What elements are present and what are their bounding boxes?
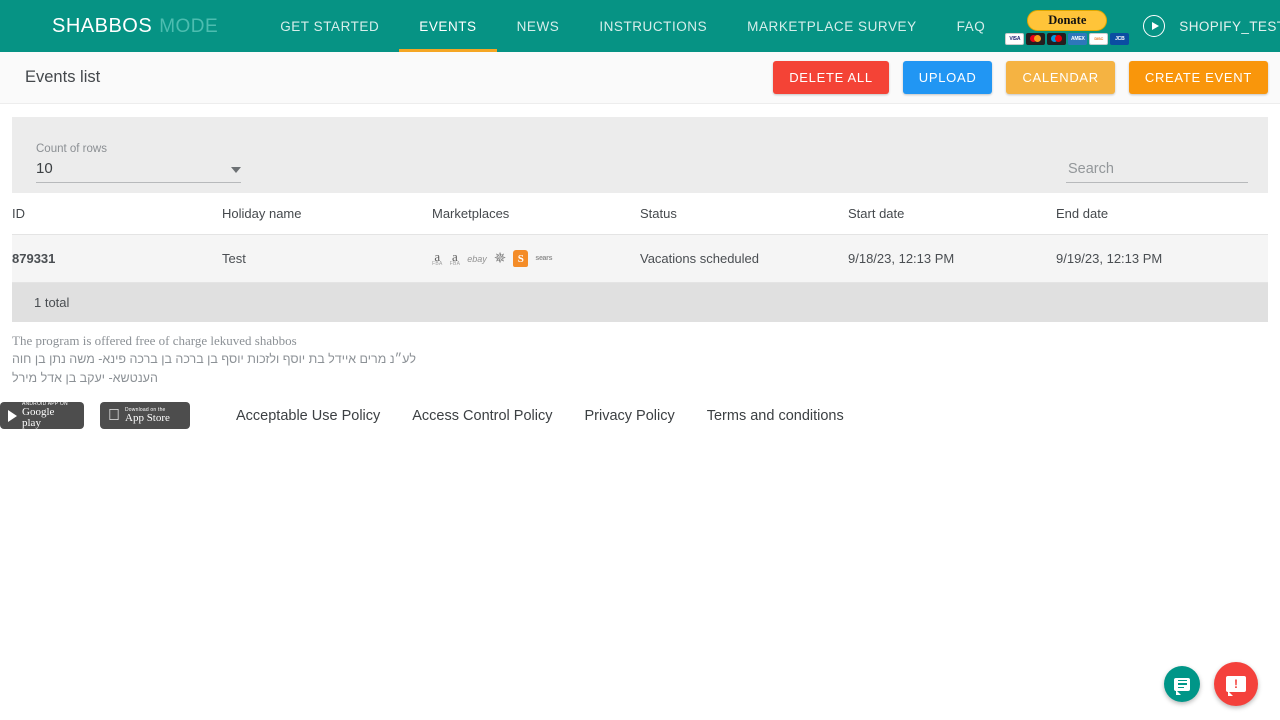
events-card: Count of rows 10 ID Holiday name Marketp…: [0, 104, 1280, 322]
nav-item-events[interactable]: EVENTS: [399, 0, 496, 52]
table-row[interactable]: 879331 Test aFBA aFBA ebay ✵ S: [12, 235, 1268, 283]
ebay-icon: ebay: [467, 254, 487, 264]
navbar-right-group: Donate VISA AMEX DISC JCB SHOPIFY_TEST_U…: [1005, 8, 1280, 45]
amazon-fba-icon: aFBA: [450, 250, 461, 267]
nav-item-news[interactable]: NEWS: [497, 0, 580, 52]
upload-button[interactable]: UPLOAD: [903, 61, 993, 94]
jcb-icon: JCB: [1110, 33, 1129, 45]
cell-status: Vacations scheduled: [640, 235, 848, 283]
user-menu[interactable]: SHOPIFY_TEST_USER: [1179, 19, 1280, 34]
walmart-icon: ✵: [494, 251, 507, 266]
calendar-button[interactable]: CALENDAR: [1006, 61, 1114, 94]
chat-bubble-icon: [1174, 678, 1190, 691]
footer-link-terms-and-conditions[interactable]: Terms and conditions: [707, 408, 844, 424]
cell-id: 879331: [12, 235, 222, 283]
cell-holiday-name: Test: [222, 235, 432, 283]
count-of-rows-label: Count of rows: [36, 143, 241, 155]
google-play-icon: [8, 410, 17, 422]
notice-line-english: The program is offered free of charge le…: [12, 332, 1268, 350]
column-header-end-date[interactable]: End date: [1056, 193, 1268, 235]
page-title: Events list: [25, 68, 100, 87]
top-navbar: SHABBOS MODE GET STARTED EVENTS NEWS INS…: [0, 0, 1280, 52]
page-action-buttons: DELETE ALL UPLOAD CALENDAR CREATE EVENT: [773, 61, 1268, 94]
footer-link-privacy-policy[interactable]: Privacy Policy: [584, 408, 674, 424]
app-store-badge[interactable]:  Download on the App Store: [100, 402, 190, 429]
create-event-button[interactable]: CREATE EVENT: [1129, 61, 1268, 94]
donate-block: Donate VISA AMEX DISC JCB: [1005, 8, 1129, 45]
page-footer: ANDROID APP ON Google play  Download on…: [0, 388, 1280, 429]
events-table: ID Holiday name Marketplaces Status Star…: [12, 193, 1268, 283]
brand-name-primary: SHABBOS: [52, 15, 152, 38]
brand-logo[interactable]: SHABBOS MODE: [52, 15, 218, 38]
cell-end-date: 9/19/23, 12:13 PM: [1056, 235, 1268, 283]
table-filter-bar: Count of rows 10: [12, 117, 1268, 193]
brand-name-secondary: MODE: [159, 16, 218, 38]
cell-start-date: 9/18/23, 12:13 PM: [848, 235, 1056, 283]
count-of-rows-select[interactable]: Count of rows 10: [36, 143, 241, 183]
amazon-fba-icon: aFBA: [432, 250, 443, 267]
visa-icon: VISA: [1005, 33, 1024, 45]
column-header-marketplaces[interactable]: Marketplaces: [432, 193, 640, 235]
dedication-notice: The program is offered free of charge le…: [0, 322, 1280, 388]
alert-bubble-icon: !: [1226, 676, 1246, 692]
count-of-rows-value: 10: [36, 160, 53, 177]
search-field[interactable]: [1066, 160, 1248, 183]
shopify-icon: S: [513, 250, 528, 267]
mastercard-icon: [1026, 33, 1045, 45]
play-circle-icon[interactable]: [1143, 15, 1165, 37]
cell-marketplaces: aFBA aFBA ebay ✵ S sears: [432, 235, 640, 283]
notice-line-hebrew: לע״נ מרים איידל בת יוסף ולזכות יוסף בן ב…: [12, 350, 435, 388]
primary-nav: GET STARTED EVENTS NEWS INSTRUCTIONS MAR…: [260, 0, 1005, 52]
events-table-body: 879331 Test aFBA aFBA ebay ✵ S: [12, 235, 1268, 283]
page-header: Events list DELETE ALL UPLOAD CALENDAR C…: [0, 52, 1280, 104]
user-menu-label: SHOPIFY_TEST_USER: [1179, 19, 1280, 34]
events-table-head: ID Holiday name Marketplaces Status Star…: [12, 193, 1268, 235]
footer-link-access-control-policy[interactable]: Access Control Policy: [412, 408, 552, 424]
discover-icon: DISC: [1089, 33, 1108, 45]
column-header-start-date[interactable]: Start date: [848, 193, 1056, 235]
nav-item-instructions[interactable]: INSTRUCTIONS: [579, 0, 727, 52]
marketplace-icon-group: aFBA aFBA ebay ✵ S sears: [432, 250, 640, 267]
app-store-badge-bottom: App Store: [125, 413, 170, 424]
column-header-status[interactable]: Status: [640, 193, 848, 235]
donate-button[interactable]: Donate: [1027, 10, 1107, 31]
payment-card-icons: VISA AMEX DISC JCB: [1005, 33, 1129, 45]
maestro-icon: [1047, 33, 1066, 45]
floating-action-buttons: !: [1164, 662, 1258, 706]
sears-icon: sears: [535, 255, 552, 262]
delete-all-button[interactable]: DELETE ALL: [773, 61, 889, 94]
chat-bubble-button[interactable]: [1164, 666, 1200, 702]
table-header-row: ID Holiday name Marketplaces Status Star…: [12, 193, 1268, 235]
footer-links: Acceptable Use Policy Access Control Pol…: [236, 408, 844, 424]
column-header-holiday-name[interactable]: Holiday name: [222, 193, 432, 235]
search-input[interactable]: [1066, 160, 1248, 178]
column-header-id[interactable]: ID: [12, 193, 222, 235]
amex-icon: AMEX: [1068, 33, 1087, 45]
footer-link-acceptable-use-policy[interactable]: Acceptable Use Policy: [236, 408, 380, 424]
apple-icon: : [108, 408, 120, 424]
google-play-badge[interactable]: ANDROID APP ON Google play: [0, 402, 84, 429]
table-total-row: 1 total: [12, 283, 1268, 322]
nav-item-marketplace-survey[interactable]: MARKETPLACE SURVEY: [727, 0, 936, 52]
nav-item-get-started[interactable]: GET STARTED: [260, 0, 399, 52]
chevron-down-icon: [231, 167, 241, 173]
alert-bubble-button[interactable]: !: [1214, 662, 1258, 706]
events-panel: Count of rows 10 ID Holiday name Marketp…: [12, 117, 1268, 322]
nav-item-faq[interactable]: FAQ: [937, 0, 1006, 52]
google-play-badge-bottom: Google play: [22, 407, 76, 429]
